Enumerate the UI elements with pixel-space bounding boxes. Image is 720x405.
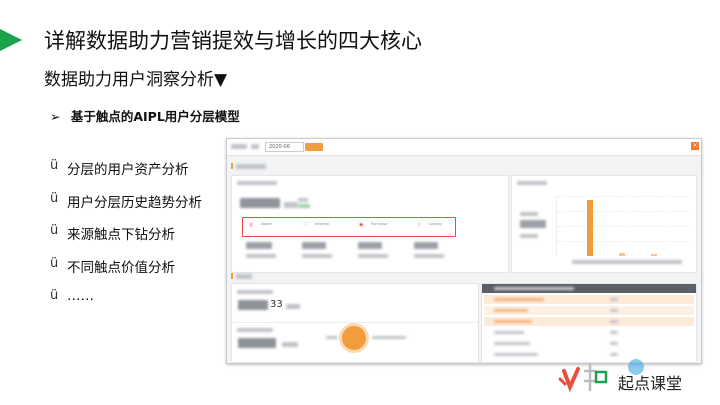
stage-purchase-icon: ◉ (359, 222, 364, 228)
blurred-text (358, 254, 388, 258)
list-item: ü 分层的用户资产分析 (50, 158, 202, 191)
source-touchpoint-panel: 33 (231, 283, 479, 363)
conversion-chart-panel (511, 175, 697, 273)
bullet-text: 用户分层历史趋势分析 (67, 194, 202, 211)
section-marker (231, 163, 233, 169)
blurred-text (572, 260, 682, 264)
touchpoint-value-table (481, 283, 697, 363)
blurred-number (520, 220, 546, 228)
blurred-text (284, 202, 298, 208)
chart-bar (587, 200, 593, 256)
bullet-list: ü 分层的用户资产分析 ü 用户分层历史趋势分析 ü 来源触点下钻分析 ü 不同触点价值… (50, 158, 202, 321)
slide-title: 详解数据助力营销提效与增长的四大核心 (44, 29, 422, 53)
blurred-text (372, 336, 406, 339)
stage-purchase-label: Purchase (371, 222, 388, 226)
section-heading: ➢ 基于触点的AIPL用户分层模型 (50, 106, 240, 125)
query-button (305, 143, 323, 151)
blurred-text (520, 234, 538, 238)
bullet-mark: ü (50, 288, 59, 303)
blurred-text (517, 181, 547, 185)
aipl-funnel-highlight: ◎ Aware ♡ Interest ◉ Purchase ☆ Loyalty (242, 217, 456, 237)
bullet-mark: ü (50, 190, 59, 206)
section-heading-text: 基于触点的AIPL用户分层模型 (70, 109, 240, 124)
blurred-text (286, 304, 300, 309)
stage-interest-label: Interest (315, 222, 329, 226)
blurred-text (237, 181, 277, 185)
dashboard-screenshot: 2020-06 × ◎ Aware ♡ Interest ◉ Purchase … (226, 138, 702, 364)
blurred-text (236, 164, 266, 169)
table-header (482, 284, 696, 293)
table-row (484, 306, 694, 315)
chart-bar (619, 253, 625, 256)
stage-aware-label: Aware (261, 222, 273, 226)
bullet-text: 不同触点价值分析 (67, 259, 175, 276)
stage-loyalty-icon: ☆ (417, 222, 422, 228)
touchpoint-donut (342, 326, 366, 350)
bullet-text: 来源触点下钻分析 (67, 227, 175, 243)
section-arrow-icon: ➢ (50, 109, 61, 124)
chart-bar (651, 254, 657, 256)
date-select: 2020-06 (265, 142, 304, 152)
screenshot-toolbar: 2020-06 × (227, 139, 701, 156)
blurred-text (298, 198, 308, 202)
section-marker (231, 273, 233, 279)
list-item: ü 用户分层历史趋势分析 (50, 191, 202, 224)
list-item: ü 不同触点价值分析 (50, 256, 202, 289)
blurred-text (302, 254, 332, 258)
blurred-text (414, 254, 444, 258)
blurred-text (298, 204, 310, 208)
close-icon: × (691, 142, 699, 150)
blurred-text (494, 287, 574, 290)
bullet-mark: ü (50, 255, 59, 271)
blurred-text (251, 144, 259, 149)
table-row (484, 317, 694, 326)
blurred-text (236, 274, 252, 279)
table-row (484, 328, 694, 337)
stage-interest-icon: ♡ (303, 222, 308, 228)
stage-loyalty-label: Loyalty (429, 222, 443, 226)
bar-chart-area (556, 196, 689, 256)
blurred-number (302, 242, 326, 249)
blurred-number (238, 338, 276, 348)
blurred-number (246, 242, 272, 249)
bullet-mark: ü (50, 223, 59, 238)
blurred-text (282, 342, 298, 347)
blurred-number (240, 198, 280, 208)
blurred-text (520, 212, 538, 216)
bullet-mark: ü (50, 158, 59, 173)
blurred-text (231, 144, 247, 149)
table-row (484, 339, 694, 348)
blurred-number (358, 242, 382, 249)
blurred-text (237, 328, 273, 332)
bullet-text: …… (67, 288, 94, 304)
blurred-text (326, 336, 338, 339)
title-accent-arrow (0, 29, 22, 51)
list-item: ü …… (50, 288, 202, 321)
user-asset-panel: ◎ Aware ♡ Interest ◉ Purchase ☆ Loyalty (231, 175, 509, 273)
big-number: 33 (270, 299, 283, 310)
stage-aware-icon: ◎ (249, 222, 254, 228)
slide-subtitle: 数据助力用户洞察分析▼ (44, 70, 228, 90)
blurred-number (238, 300, 268, 310)
list-item: ü 来源触点下钻分析 (50, 223, 202, 256)
blurred-number (414, 242, 438, 249)
blurred-text (246, 254, 276, 258)
table-row (484, 295, 694, 304)
blurred-text (237, 290, 273, 294)
brand-name: 起点课堂 (618, 374, 683, 393)
bullet-text: 分层的用户资产分析 (67, 162, 189, 178)
